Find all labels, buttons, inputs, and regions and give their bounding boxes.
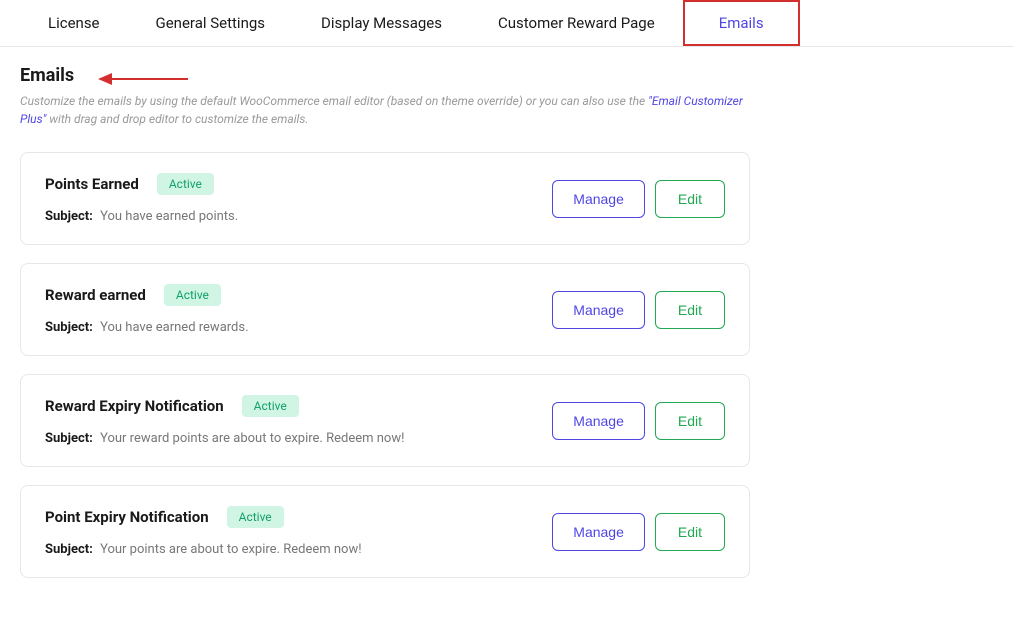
subject-label: Subject: [45,542,93,557]
manage-button[interactable]: Manage [552,402,645,440]
card-subject: Subject: Your points are about to expire… [45,542,552,557]
card-title: Reward earned [45,286,146,304]
email-card-points-earned: Points Earned Active Subject: You have e… [20,152,750,245]
card-title-row: Point Expiry Notification Active [45,506,552,528]
status-badge: Active [227,506,284,528]
edit-button[interactable]: Edit [655,180,725,218]
page-header: Emails Customize the emails by using the… [20,65,760,128]
card-subject: Subject: Your reward points are about to… [45,431,552,446]
status-badge: Active [157,173,214,195]
manage-button[interactable]: Manage [552,513,645,551]
card-subject: Subject: You have earned points. [45,209,552,224]
email-card-point-expiry: Point Expiry Notification Active Subject… [20,485,750,578]
content-area: Emails Customize the emails by using the… [0,47,1014,614]
tab-general-settings[interactable]: General Settings [128,0,294,46]
manage-button[interactable]: Manage [552,291,645,329]
card-left: Points Earned Active Subject: You have e… [45,173,552,224]
status-badge: Active [242,395,299,417]
card-actions: Manage Edit [552,513,725,551]
subject-value: You have earned points. [100,209,238,224]
card-title: Point Expiry Notification [45,508,209,526]
email-card-reward-earned: Reward earned Active Subject: You have e… [20,263,750,356]
card-title: Reward Expiry Notification [45,397,224,415]
card-title-row: Reward earned Active [45,284,552,306]
page-desc-after: with drag and drop editor to customize t… [46,112,308,126]
card-title-row: Reward Expiry Notification Active [45,395,552,417]
subject-value: You have earned rewards. [100,320,248,335]
card-left: Reward Expiry Notification Active Subjec… [45,395,552,446]
tab-license[interactable]: License [20,0,128,46]
card-title-row: Points Earned Active [45,173,552,195]
card-title: Points Earned [45,175,139,193]
subject-value: Your points are about to expire. Redeem … [100,542,362,557]
subject-value: Your reward points are about to expire. … [100,431,404,446]
edit-button[interactable]: Edit [655,513,725,551]
status-badge: Active [164,284,221,306]
page-desc-before: Customize the emails by using the defaul… [20,94,648,108]
arrow-annotation-icon [98,71,188,87]
edit-button[interactable]: Edit [655,402,725,440]
card-left: Reward earned Active Subject: You have e… [45,284,552,335]
card-actions: Manage Edit [552,402,725,440]
subject-label: Subject: [45,209,93,224]
manage-button[interactable]: Manage [552,180,645,218]
card-subject: Subject: You have earned rewards. [45,320,552,335]
tabs-nav: License General Settings Display Message… [0,0,1014,47]
tab-display-messages[interactable]: Display Messages [293,0,470,46]
card-actions: Manage Edit [552,180,725,218]
page-title: Emails [20,65,74,86]
tab-customer-reward-page[interactable]: Customer Reward Page [470,0,683,46]
subject-label: Subject: [45,320,93,335]
card-left: Point Expiry Notification Active Subject… [45,506,552,557]
subject-label: Subject: [45,431,93,446]
card-actions: Manage Edit [552,291,725,329]
tab-emails[interactable]: Emails [683,0,800,46]
edit-button[interactable]: Edit [655,291,725,329]
page-description: Customize the emails by using the defaul… [20,92,760,128]
email-card-reward-expiry: Reward Expiry Notification Active Subjec… [20,374,750,467]
